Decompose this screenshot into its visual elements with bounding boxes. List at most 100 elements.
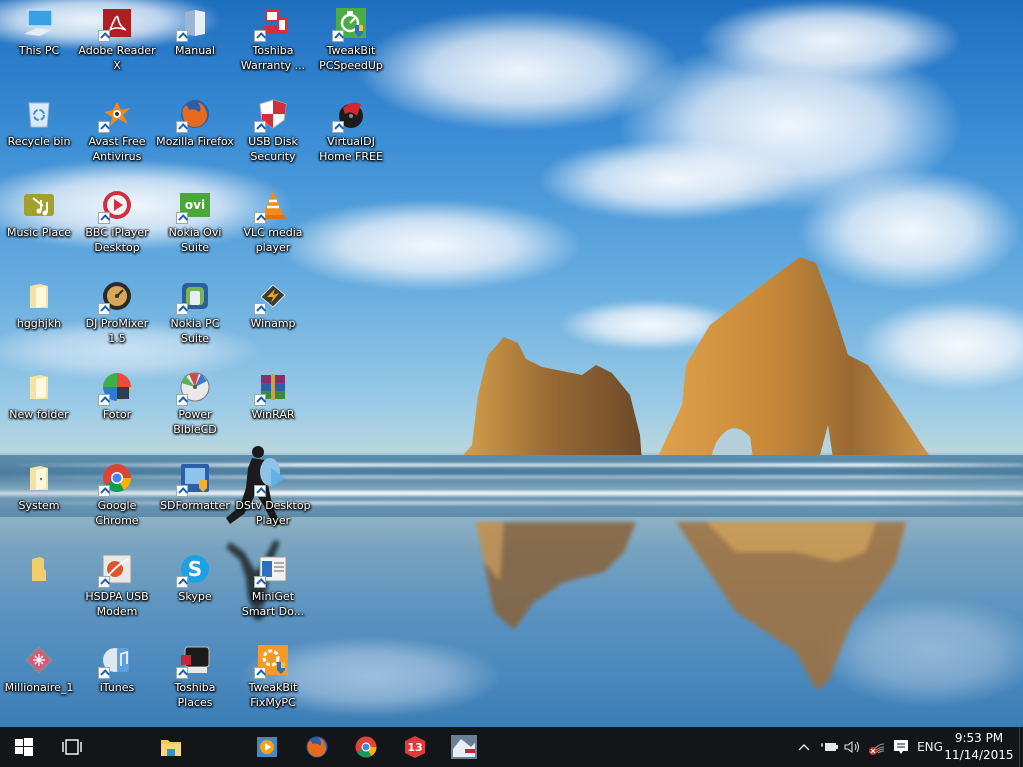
shortcut-arrow-icon: [98, 121, 110, 133]
desktop-icon-tweakbit-fixmypc[interactable]: TweakBit FixMyPC: [234, 637, 312, 725]
fotor-icon: [98, 370, 134, 406]
taskbar-app-13[interactable]: 13: [391, 727, 439, 767]
desktop-icon-vlc[interactable]: VLC media player: [234, 182, 312, 270]
shortcut-arrow-icon: [176, 303, 188, 315]
sdformatter-icon: [176, 461, 212, 497]
volume-tray-button[interactable]: [842, 727, 864, 767]
shortcut-arrow-icon: [254, 576, 266, 588]
desktop-icon-dstv[interactable]: DStv Desktop Player: [234, 455, 312, 543]
shortcut-arrow-icon: [254, 394, 266, 406]
desktop-icon-virtualdj[interactable]: VirtualDJ Home FREE: [312, 91, 390, 179]
desktop-icon-avast[interactable]: Avast Free Antivirus: [78, 91, 156, 179]
windows-logo-icon: [15, 738, 33, 756]
desktop-icon-toshiba-warranty[interactable]: Toshiba Warranty ...: [234, 0, 312, 88]
svg-text:S: S: [188, 557, 202, 581]
taskbar-firefox[interactable]: [293, 727, 341, 767]
desktop-icon-system[interactable]: System: [0, 455, 78, 543]
start-button[interactable]: [0, 727, 48, 767]
shortcut-arrow-icon: [98, 485, 110, 497]
desktop-icon-sdformatter[interactable]: SDFormatter: [156, 455, 234, 543]
desktop-icon-unnamed-folder[interactable]: [0, 546, 78, 634]
show-desktop-button[interactable]: [1019, 727, 1023, 767]
taskbar-game-app[interactable]: [440, 727, 488, 767]
shortcut-arrow-icon: [332, 30, 344, 42]
shortcut-arrow-icon: [98, 576, 110, 588]
svg-text:ovi: ovi: [185, 198, 205, 212]
folder-icon: [22, 370, 56, 404]
miniget-icon: [254, 552, 290, 588]
app-13-icon: 13: [405, 736, 425, 758]
desktop-icon-firefox[interactable]: Mozilla Firefox: [156, 91, 234, 179]
desktop-icon-winamp[interactable]: Winamp: [234, 273, 312, 361]
recycle-bin-icon: [22, 97, 56, 131]
desktop-icon-power-biblecd[interactable]: Power BibleCD: [156, 364, 234, 452]
clock[interactable]: 9:53 PM 11/14/2015: [943, 730, 1015, 764]
desktop-icon-this-pc[interactable]: This PC: [0, 0, 78, 88]
task-view-icon: [62, 739, 82, 755]
millionaire-icon: [22, 643, 56, 677]
folder-icon: [22, 461, 56, 495]
winrar-icon: [254, 370, 290, 406]
rock-left: [456, 337, 642, 463]
shortcut-arrow-icon: [98, 212, 110, 224]
music-place-icon: [22, 188, 56, 222]
vlc-icon: [254, 188, 290, 224]
desktop-icon-usb-disk-security[interactable]: USB Disk Security: [234, 91, 312, 179]
desktop-icon-millionaire[interactable]: Millionaire_1: [0, 637, 78, 725]
power-biblecd-icon: [176, 370, 212, 406]
winamp-icon: [254, 279, 290, 315]
desktop-icon-hgghjkh[interactable]: hgghjkh: [0, 273, 78, 361]
shortcut-arrow-icon: [176, 394, 188, 406]
rock-left-reflection: [476, 522, 636, 630]
shortcut-arrow-icon: [176, 30, 188, 42]
desktop-icon-new-folder[interactable]: New folder: [0, 364, 78, 452]
desktop-icon-manual[interactable]: Manual: [156, 0, 234, 88]
desktop-icon-miniget[interactable]: MiniGet Smart Do...: [234, 546, 312, 634]
virtualdj-icon: [332, 97, 368, 133]
clock-date: 11/14/2015: [944, 748, 1014, 762]
desktop-icon-toshiba-places[interactable]: Toshiba Places: [156, 637, 234, 725]
desktop-icon-music-place[interactable]: Music Place: [0, 182, 78, 270]
desktop-icon-nokia-pc-suite[interactable]: Nokia PC Suite: [156, 273, 234, 361]
desktop-icon-recycle-bin[interactable]: Recycle bin: [0, 91, 78, 179]
desktop-icon-winrar[interactable]: WinRAR: [234, 364, 312, 452]
notification-icon: [894, 740, 908, 754]
folder-icon: [22, 552, 56, 586]
battery-charging-icon: [821, 743, 838, 751]
desktop-icon-dj-promixer[interactable]: DJ ProMixer 1.5: [78, 273, 156, 361]
taskbar-chrome[interactable]: [342, 727, 390, 767]
taskbar: 13 ENG 9:53 PM 11/14/2015: [0, 727, 1023, 767]
firefox-icon: [176, 97, 212, 133]
taskbar-file-explorer[interactable]: [147, 727, 195, 767]
avast-icon: [98, 97, 134, 133]
media-player-icon: [257, 737, 277, 757]
shortcut-arrow-icon: [98, 30, 110, 42]
taskbar-media-player[interactable]: [243, 727, 291, 767]
hsdpa-modem-icon: [98, 552, 134, 588]
desktop-icon-google-chrome[interactable]: Google Chrome: [78, 455, 156, 543]
nokia-ovi-icon: ovi: [176, 188, 212, 224]
desktop-icon-bbc-iplayer[interactable]: BBC iPlayer Desktop: [78, 182, 156, 270]
action-center-button[interactable]: [890, 727, 912, 767]
shortcut-arrow-icon: [98, 667, 110, 679]
this-pc-icon: [22, 6, 56, 40]
rock-arch: [654, 257, 936, 465]
toshiba-warranty-icon: [254, 6, 290, 42]
desktop-icon-tweakbit-pcspeedup[interactable]: TweakBit PCSpeedUp: [312, 0, 390, 88]
desktop-icon-fotor[interactable]: Fotor: [78, 364, 156, 452]
desktop-icon-adobe-reader[interactable]: Adobe Reader X: [78, 0, 156, 88]
desktop-icon-skype[interactable]: S Skype: [156, 546, 234, 634]
battery-tray-button[interactable]: [818, 727, 840, 767]
language-indicator[interactable]: ENG: [914, 727, 946, 767]
shortcut-arrow-icon: [176, 212, 188, 224]
task-view-button[interactable]: [48, 727, 96, 767]
network-tray-button[interactable]: [866, 727, 888, 767]
skype-icon: S: [176, 552, 212, 588]
manual-icon: [176, 6, 212, 42]
desktop-icon-hsdpa-modem[interactable]: HSDPA USB Modem: [78, 546, 156, 634]
show-hidden-icons-button[interactable]: [795, 727, 813, 767]
tweakbit-fixmypc-icon: [254, 643, 290, 679]
desktop-icon-itunes[interactable]: iTunes: [78, 637, 156, 725]
shortcut-arrow-icon: [254, 303, 266, 315]
desktop-icon-nokia-ovi[interactable]: ovi Nokia Ovi Suite: [156, 182, 234, 270]
